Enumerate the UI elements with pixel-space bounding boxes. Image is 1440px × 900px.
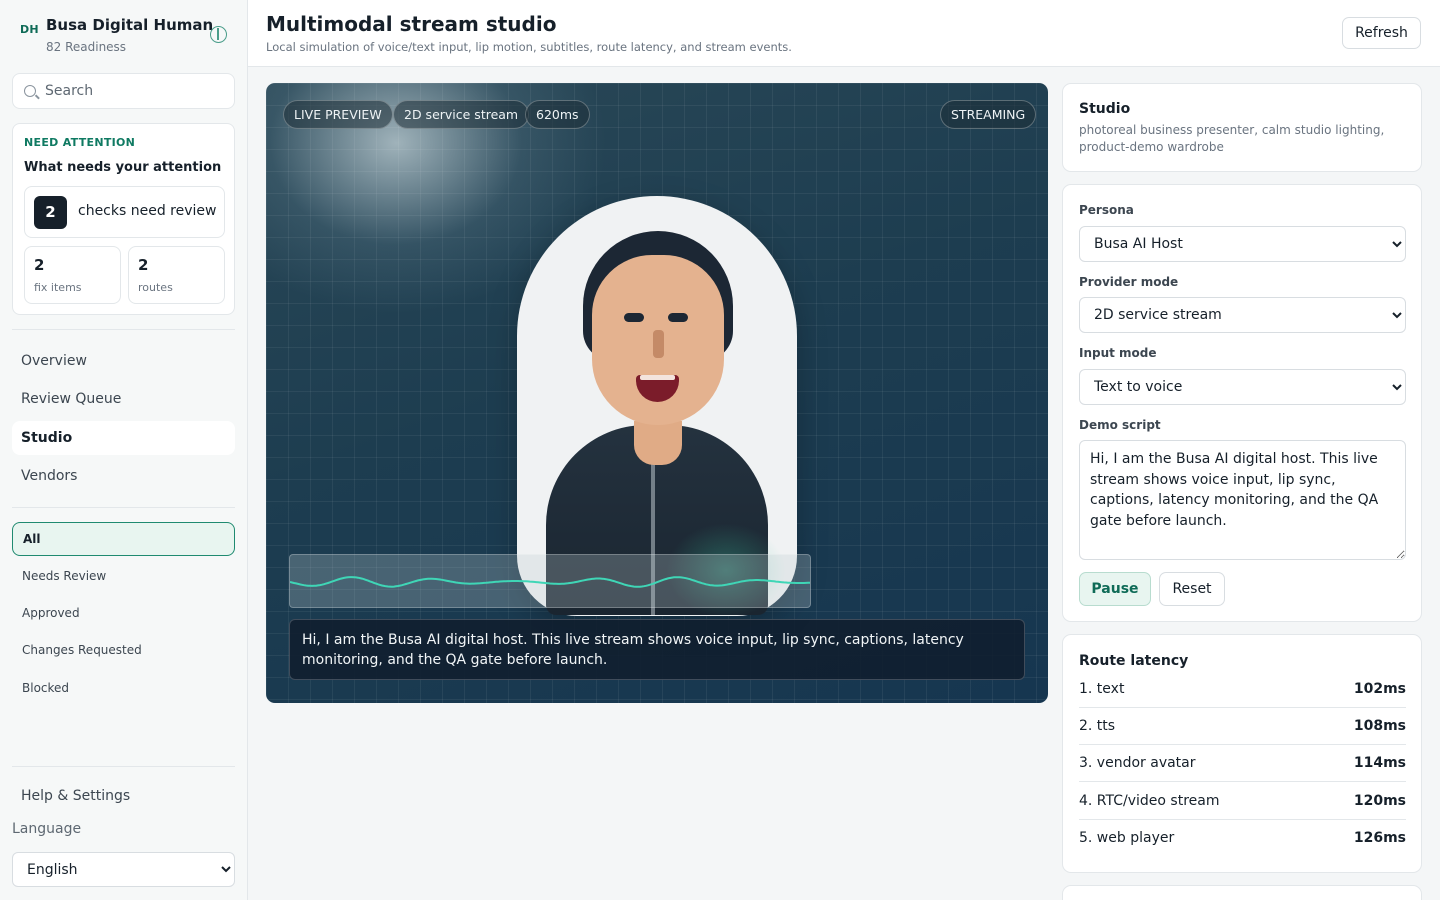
route-row: 3. vendor avatar 114ms [1079,745,1406,782]
search-box [12,73,235,109]
provider-mode-pill: 2D service stream [393,100,530,129]
divider [12,766,235,767]
audio-waveform [289,554,811,608]
filter-approved[interactable]: Approved [12,596,235,630]
review-checks-item[interactable]: 2 checks need review [24,186,225,238]
route-name: 1. text [1079,681,1125,697]
help-settings-link[interactable]: Help & Settings [12,779,235,813]
route-name: 2. tts [1079,718,1116,734]
filter-changes-requested[interactable]: Changes Requested [12,633,235,667]
route-row: 1. text 102ms [1079,671,1406,708]
input-mode-select[interactable]: Text to voice [1079,369,1406,405]
filter-all[interactable]: All [12,522,235,556]
route-row: 2. tts 108ms [1079,708,1406,745]
route-name: 4. RTC/video stream [1079,793,1220,809]
attention-card: NEED ATTENTION What needs your attention… [12,123,235,315]
persona-select[interactable]: Busa AI Host [1079,226,1406,262]
live-caption: Hi, I am the Busa AI digital host. This … [289,619,1025,680]
route-latency-value: 102ms [1353,681,1406,697]
next-card [1062,885,1422,900]
language-select[interactable]: English [12,852,235,887]
route-latency-title: Route latency [1079,653,1189,669]
avatar-right-eye [668,313,688,322]
attention-title: What needs your attention [24,160,222,175]
refresh-button[interactable]: Refresh [1342,17,1421,49]
search-icon [24,85,36,97]
studio-title: Studio [1079,101,1131,117]
nav-studio[interactable]: Studio [12,421,235,455]
persona-label: Persona [1079,203,1134,217]
fix-items-count: 2 [34,256,45,274]
review-count-badge: 2 [34,196,67,229]
brand-name: Busa Digital Human [46,16,214,34]
filter-needs-review[interactable]: Needs Review [12,559,235,593]
provider-mode-label: Provider mode [1079,275,1179,289]
live-preview-stage: LIVE PREVIEW 2D service stream 620ms STR… [266,83,1048,703]
streaming-status-badge: STREAMING [940,100,1037,129]
pause-button[interactable]: Pause [1079,572,1151,606]
attention-kicker: NEED ATTENTION [24,136,136,149]
demo-script-textarea[interactable]: Hi, I am the Busa AI digital host. This … [1079,440,1406,560]
input-mode-label: Input mode [1079,346,1157,360]
studio-card: Studio photoreal business presenter, cal… [1062,83,1422,172]
route-name: 3. vendor avatar [1079,755,1196,771]
review-checks-label: checks need review [78,203,217,219]
waveform-line [290,576,811,588]
avatar-nose [653,330,664,358]
demo-script-label: Demo script [1079,418,1161,432]
nav-review-queue[interactable]: Review Queue [12,382,235,416]
route-latency-value: 114ms [1353,755,1406,771]
brand: DH Busa Digital Human 82 Readiness [20,16,232,60]
reset-button[interactable]: Reset [1159,572,1225,606]
routes-stat[interactable]: 2 routes [128,246,225,304]
nav-overview[interactable]: Overview [12,344,235,378]
route-latency-value: 126ms [1353,830,1406,846]
divider [12,329,235,330]
page-title: Multimodal stream studio [266,12,557,36]
studio-description: photoreal business presenter, calm studi… [1079,123,1385,154]
route-row: 4. RTC/video stream 120ms [1079,783,1406,820]
fix-items-stat[interactable]: 2 fix items [24,246,121,304]
route-latency-value: 108ms [1353,718,1406,734]
route-row: 5. web player 126ms [1079,820,1406,857]
avatar-left-eye [624,313,644,322]
stream-settings-card: Persona Busa AI Host Provider mode 2D se… [1062,184,1422,622]
route-latency-value: 120ms [1353,793,1406,809]
provider-mode-select[interactable]: 2D service stream [1079,297,1406,333]
page-subtitle: Local simulation of voice/text input, li… [266,40,792,54]
sidebar: DH Busa Digital Human 82 Readiness NEED … [0,0,248,900]
page-header: Multimodal stream studio Local simulatio… [248,0,1440,67]
routes-label: routes [138,281,173,294]
route-latency-card: Route latency 1. text 102ms 2. tts 108ms… [1062,634,1422,873]
brand-logo: DH [20,23,39,36]
latency-pill: 620ms [525,100,590,129]
route-name: 5. web player [1079,830,1175,846]
waveform-graphic [290,576,811,588]
live-preview-pill: LIVE PREVIEW [283,100,393,129]
language-label: Language [12,821,82,837]
avatar-neck [634,421,682,465]
nav-vendors[interactable]: Vendors [12,459,235,493]
divider [12,507,235,508]
readiness-score: 82 Readiness [46,40,127,54]
filter-blocked[interactable]: Blocked [12,671,235,705]
search-input[interactable] [45,74,230,108]
routes-count: 2 [138,256,149,274]
fix-items-label: fix items [34,281,82,294]
sidebar-toggle-icon[interactable] [210,26,227,43]
